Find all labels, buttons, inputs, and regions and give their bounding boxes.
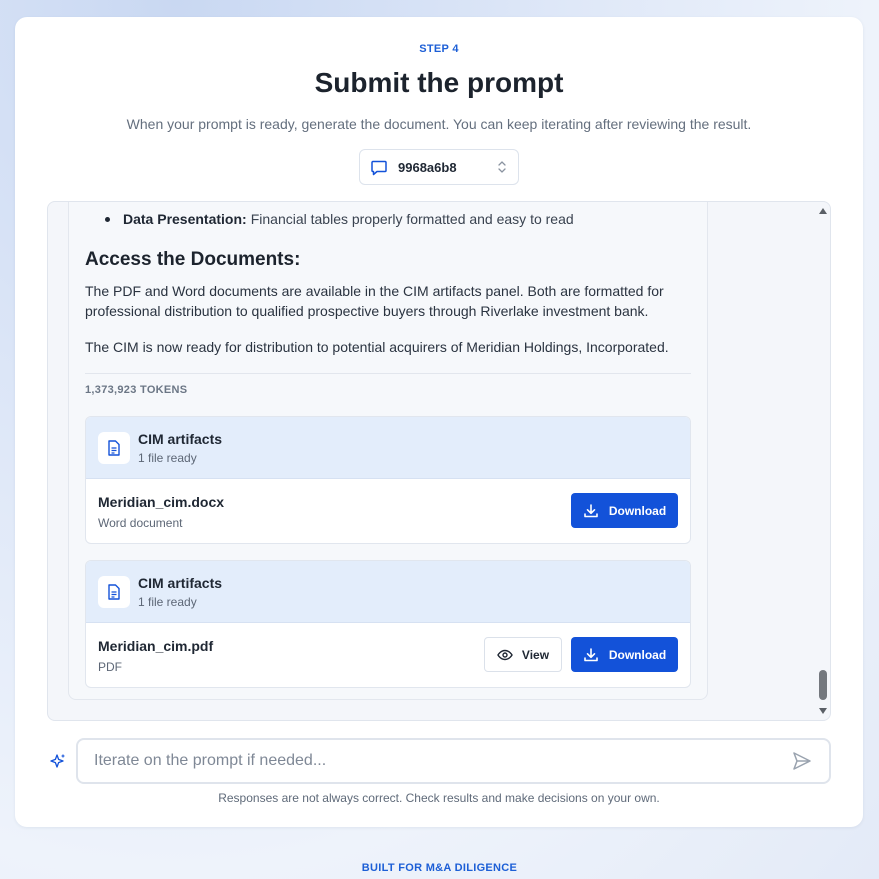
step-label: STEP 4: [419, 43, 459, 55]
token-count: 1,373,923 TOKENS: [85, 384, 188, 396]
session-selector[interactable]: 9968a6b8: [359, 149, 519, 185]
file-type: PDF: [98, 659, 122, 674]
bullet-dot: [105, 216, 110, 222]
download-label: Download: [608, 647, 667, 662]
artifact-status: 1 file ready: [138, 450, 197, 465]
paragraph-documents: The PDF and Word documents are available…: [85, 283, 664, 319]
artifact-file-row: Meridian_cim.pdf PDF View Download: [86, 623, 690, 687]
bullet-label: Data Presentation:: [123, 211, 247, 227]
download-docx-button[interactable]: Download: [571, 493, 678, 528]
footer-tagline: BUILT FOR M&A DILIGENCE: [361, 862, 518, 874]
eye-icon: [497, 649, 513, 660]
chat-panel: Data Presentation: Financial tables prop…: [47, 201, 831, 721]
page-subtitle: When your prompt is ready, generate the …: [126, 116, 752, 132]
scroll-up-arrow-icon[interactable]: [819, 208, 827, 214]
sparkle-icon: [49, 753, 67, 771]
page-title: Submit the prompt: [314, 67, 564, 98]
file-name: Meridian_cim.docx: [98, 493, 225, 510]
download-pdf-button[interactable]: Download: [571, 637, 678, 672]
artifact-title: CIM artifacts: [138, 574, 223, 591]
disclaimer-text: Responses are not always correct. Check …: [218, 791, 660, 805]
artifact-card-pdf: CIM artifacts 1 file ready Meridian_cim.…: [85, 560, 691, 688]
send-icon[interactable]: [791, 750, 813, 772]
scroll-down-arrow-icon[interactable]: [819, 708, 827, 714]
artifact-title: CIM artifacts: [138, 430, 223, 447]
scrollbar-thumb[interactable]: [819, 670, 827, 700]
assistant-message: Data Presentation: Financial tables prop…: [68, 202, 708, 700]
paragraph-ready: The CIM is now ready for distribution to…: [85, 339, 669, 355]
prompt-input[interactable]: [94, 752, 791, 770]
file-type: Word document: [98, 515, 183, 530]
chevron-updown-icon: [496, 160, 508, 174]
bullet-item: Data Presentation: Financial tables prop…: [105, 211, 574, 227]
bullet-text: Financial tables properly formatted and …: [250, 211, 574, 227]
view-label: View: [521, 647, 550, 662]
download-icon: [584, 503, 598, 517]
document-icon: [98, 575, 130, 608]
artifact-header: CIM artifacts 1 file ready: [86, 417, 690, 479]
view-pdf-button[interactable]: View: [484, 637, 562, 672]
artifact-status: 1 file ready: [138, 594, 197, 609]
download-label: Download: [608, 503, 667, 518]
scrollbar[interactable]: [816, 202, 830, 720]
chat-icon: [370, 158, 388, 176]
session-selector-value: 9968a6b8: [398, 159, 457, 175]
download-icon: [584, 647, 598, 661]
artifact-card-docx: CIM artifacts 1 file ready Meridian_cim.…: [85, 416, 691, 544]
main-card: STEP 4 Submit the prompt When your promp…: [15, 17, 863, 827]
prompt-input-wrapper: [76, 738, 831, 784]
divider: [85, 373, 691, 374]
artifact-header: CIM artifacts 1 file ready: [86, 561, 690, 623]
artifact-file-row: Meridian_cim.docx Word document Download: [86, 479, 690, 543]
file-name: Meridian_cim.pdf: [98, 637, 214, 654]
section-heading: Access the Documents:: [85, 249, 301, 270]
document-icon: [98, 431, 130, 464]
